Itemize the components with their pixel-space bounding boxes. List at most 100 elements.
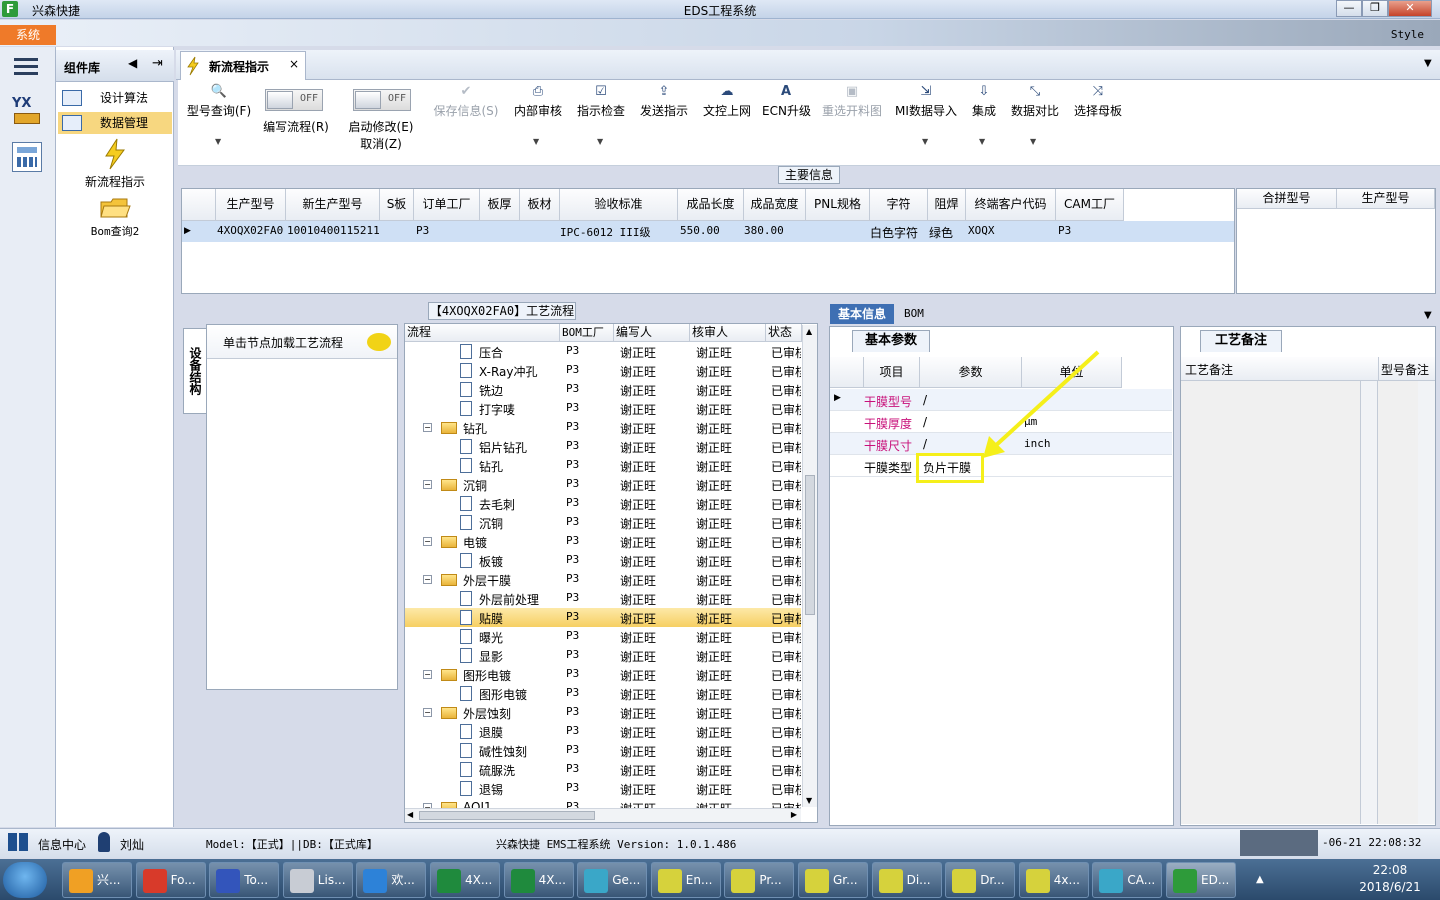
tree-vertical-scrollbar[interactable]: ▲ ▼ bbox=[802, 325, 817, 807]
info-center-link[interactable]: 信息中心 bbox=[38, 836, 86, 853]
taskbar-app-button[interactable]: Dr... bbox=[945, 862, 1016, 898]
tree-row-selected[interactable]: 贴膜 P3 谢正旺 谢正旺 已审核 bbox=[405, 608, 801, 627]
tree-row[interactable]: 铣边 P3 谢正旺 谢正旺 已审核 bbox=[405, 380, 801, 399]
pin-panel-icon[interactable]: ⇥ bbox=[152, 56, 163, 71]
tree-row[interactable]: 曝光 P3 谢正旺 谢正旺 已审核 bbox=[405, 627, 801, 646]
taskbar-app-button[interactable]: 4X... bbox=[503, 862, 574, 898]
start-button[interactable] bbox=[3, 862, 47, 898]
new-process-instruction-item[interactable]: 新流程指示 bbox=[60, 138, 170, 190]
taskbar-app-button[interactable]: ED... bbox=[1166, 862, 1236, 898]
component-item-data-management[interactable]: 数据管理 bbox=[58, 112, 172, 134]
col-header[interactable]: 项目 bbox=[864, 357, 920, 388]
col-header[interactable]: 型号备注 bbox=[1379, 357, 1435, 381]
splitter[interactable] bbox=[178, 296, 1440, 304]
col-header[interactable]: BOM工厂 bbox=[560, 324, 614, 342]
select-mother-board-button[interactable]: ⤨ 选择母板 bbox=[1072, 82, 1124, 119]
tree-horizontal-scrollbar[interactable]: ◀ ▶ bbox=[405, 808, 801, 822]
tab-basic-params[interactable]: 基本参数 bbox=[852, 330, 930, 352]
cell[interactable]: 10010400115211 bbox=[287, 224, 380, 237]
maximize-button[interactable]: ❐ bbox=[1362, 0, 1388, 17]
col-header[interactable]: S板 bbox=[380, 189, 414, 221]
tree-row[interactable]: 外层前处理 P3 谢正旺 谢正旺 已审核 bbox=[405, 589, 801, 608]
col-header[interactable]: 生产型号 bbox=[1337, 189, 1435, 209]
col-header[interactable]: 成品宽度 bbox=[744, 189, 806, 221]
col-header[interactable]: 流程 bbox=[405, 324, 560, 342]
tree-row[interactable]: 硫脲洗 P3 谢正旺 谢正旺 已审核 bbox=[405, 760, 801, 779]
taskbar-app-button[interactable]: En... bbox=[650, 862, 721, 898]
tree-row[interactable]: 退锡 P3 谢正旺 谢正旺 已审核 bbox=[405, 779, 801, 798]
process-notes-textarea[interactable] bbox=[1181, 381, 1361, 824]
dropdown-caret-icon[interactable]: ▼ bbox=[597, 137, 603, 146]
taskbar-app-button[interactable]: 4x... bbox=[1018, 862, 1089, 898]
cell[interactable]: P3 bbox=[1058, 224, 1071, 237]
start-modify-toggle[interactable]: OFF bbox=[353, 89, 411, 111]
edit-flow-toggle[interactable]: OFF bbox=[265, 89, 323, 111]
cell[interactable]: 绿色 bbox=[929, 224, 953, 241]
minimize-button[interactable]: — bbox=[1336, 0, 1362, 17]
scroll-thumb[interactable] bbox=[419, 811, 595, 820]
tree-row[interactable]: 钻孔 P3 谢正旺 谢正旺 已审核 bbox=[405, 456, 801, 475]
collapse-node-icon[interactable]: − bbox=[423, 537, 432, 546]
collapse-node-icon[interactable]: − bbox=[423, 670, 432, 679]
style-selector[interactable]: Style bbox=[1391, 28, 1424, 41]
reselect-cutting-map-button[interactable]: ▣ 重选开料图 bbox=[820, 82, 884, 119]
tree-row[interactable]: 图形电镀 P3 谢正旺 谢正旺 已审核 bbox=[405, 684, 801, 703]
dropdown-caret-icon[interactable]: ▼ bbox=[215, 137, 221, 146]
tab-close-icon[interactable]: × bbox=[289, 57, 299, 71]
col-header[interactable]: 工艺备注 bbox=[1181, 357, 1379, 381]
tab-list-chevron-icon[interactable]: ▼ bbox=[1424, 58, 1432, 69]
taskbar-app-button[interactable]: 兴... bbox=[62, 862, 132, 898]
bom-query2-item[interactable]: Bom查询2 bbox=[60, 196, 170, 239]
tree-row[interactable]: − 沉铜 P3 谢正旺 谢正旺 已审核 bbox=[405, 475, 801, 494]
param-value[interactable]: / bbox=[923, 415, 927, 429]
cell[interactable]: 550.00 bbox=[680, 224, 720, 237]
cell[interactable]: XOQX bbox=[968, 224, 995, 237]
tree-row[interactable]: − 图形电镀 P3 谢正旺 谢正旺 已审核 bbox=[405, 665, 801, 684]
tree-row[interactable]: 退膜 P3 谢正旺 谢正旺 已审核 bbox=[405, 722, 801, 741]
model-notes-textarea[interactable] bbox=[1378, 381, 1418, 824]
tree-row[interactable]: 沉铜 P3 谢正旺 谢正旺 已审核 bbox=[405, 513, 801, 532]
data-compare-button[interactable]: ⤡ 数据对比 bbox=[1008, 82, 1062, 119]
dropdown-caret-icon[interactable]: ▼ bbox=[979, 137, 985, 146]
cell[interactable]: P3 bbox=[416, 224, 429, 237]
tree-row[interactable]: − 电镀 P3 谢正旺 谢正旺 已审核 bbox=[405, 532, 801, 551]
col-header[interactable]: 终端客户代码 bbox=[966, 189, 1056, 221]
collapse-node-icon[interactable]: − bbox=[423, 708, 432, 717]
send-instruction-button[interactable]: ⇪ 发送指示 bbox=[638, 82, 690, 119]
ecn-upgrade-button[interactable]: A ECN升级 bbox=[762, 82, 811, 119]
tab-basic-info[interactable]: 基本信息 bbox=[830, 304, 894, 324]
col-header[interactable]: 板厚 bbox=[480, 189, 520, 221]
tab-device-structure[interactable]: 设备结构 bbox=[183, 328, 206, 414]
tree-row[interactable]: 碱性蚀刻 P3 谢正旺 谢正旺 已审核 bbox=[405, 741, 801, 760]
col-header[interactable]: CAM工厂 bbox=[1056, 189, 1124, 221]
cell[interactable]: 4XOQX02FA0 bbox=[217, 224, 283, 237]
col-header[interactable]: 合拼型号 bbox=[1237, 189, 1337, 209]
dropdown-caret-icon[interactable]: ▼ bbox=[533, 137, 539, 146]
tree-row[interactable]: 显影 P3 谢正旺 谢正旺 已审核 bbox=[405, 646, 801, 665]
instruction-check-button[interactable]: ☑ 指示检查 bbox=[575, 82, 627, 119]
notes-scrollbar[interactable] bbox=[1361, 381, 1378, 824]
tree-row[interactable]: 打字唛 P3 谢正旺 谢正旺 已审核 bbox=[405, 399, 801, 418]
taskbar-app-button[interactable]: Ge... bbox=[577, 862, 648, 898]
save-info-button[interactable]: ✔ 保存信息(S) bbox=[432, 82, 500, 119]
taskbar-app-button[interactable]: Fo... bbox=[135, 862, 206, 898]
collapse-left-icon[interactable]: ◀ bbox=[128, 56, 137, 70]
param-value[interactable]: / bbox=[923, 393, 927, 407]
tree-row[interactable]: − 钻孔 P3 谢正旺 谢正旺 已审核 bbox=[405, 418, 801, 437]
yx-factory-icon[interactable]: YX bbox=[12, 96, 42, 126]
col-header[interactable]: 验收标准 bbox=[560, 189, 678, 221]
dropdown-caret-icon[interactable]: ▼ bbox=[1030, 137, 1036, 146]
col-header[interactable]: 生产型号 bbox=[216, 189, 286, 221]
system-menu-tab[interactable]: 系统 bbox=[0, 25, 56, 45]
tab-process-notes[interactable]: 工艺备注 bbox=[1200, 330, 1282, 352]
tree-row[interactable]: X-Ray冲孔 P3 谢正旺 谢正旺 已审核 bbox=[405, 361, 801, 380]
component-item-design-algorithm[interactable]: 设计算法 bbox=[58, 87, 172, 109]
collapse-node-icon[interactable]: − bbox=[423, 480, 432, 489]
taskbar-app-button[interactable]: Pr... bbox=[724, 862, 795, 898]
col-header[interactable]: 阻焊 bbox=[928, 189, 966, 221]
cell[interactable]: 白色字符 bbox=[870, 224, 918, 241]
hamburger-menu-icon[interactable] bbox=[14, 58, 38, 61]
col-header[interactable]: 订单工厂 bbox=[414, 189, 480, 221]
taskbar-app-button[interactable]: CA... bbox=[1092, 862, 1163, 898]
taskbar-app-button[interactable]: Lis... bbox=[282, 862, 353, 898]
